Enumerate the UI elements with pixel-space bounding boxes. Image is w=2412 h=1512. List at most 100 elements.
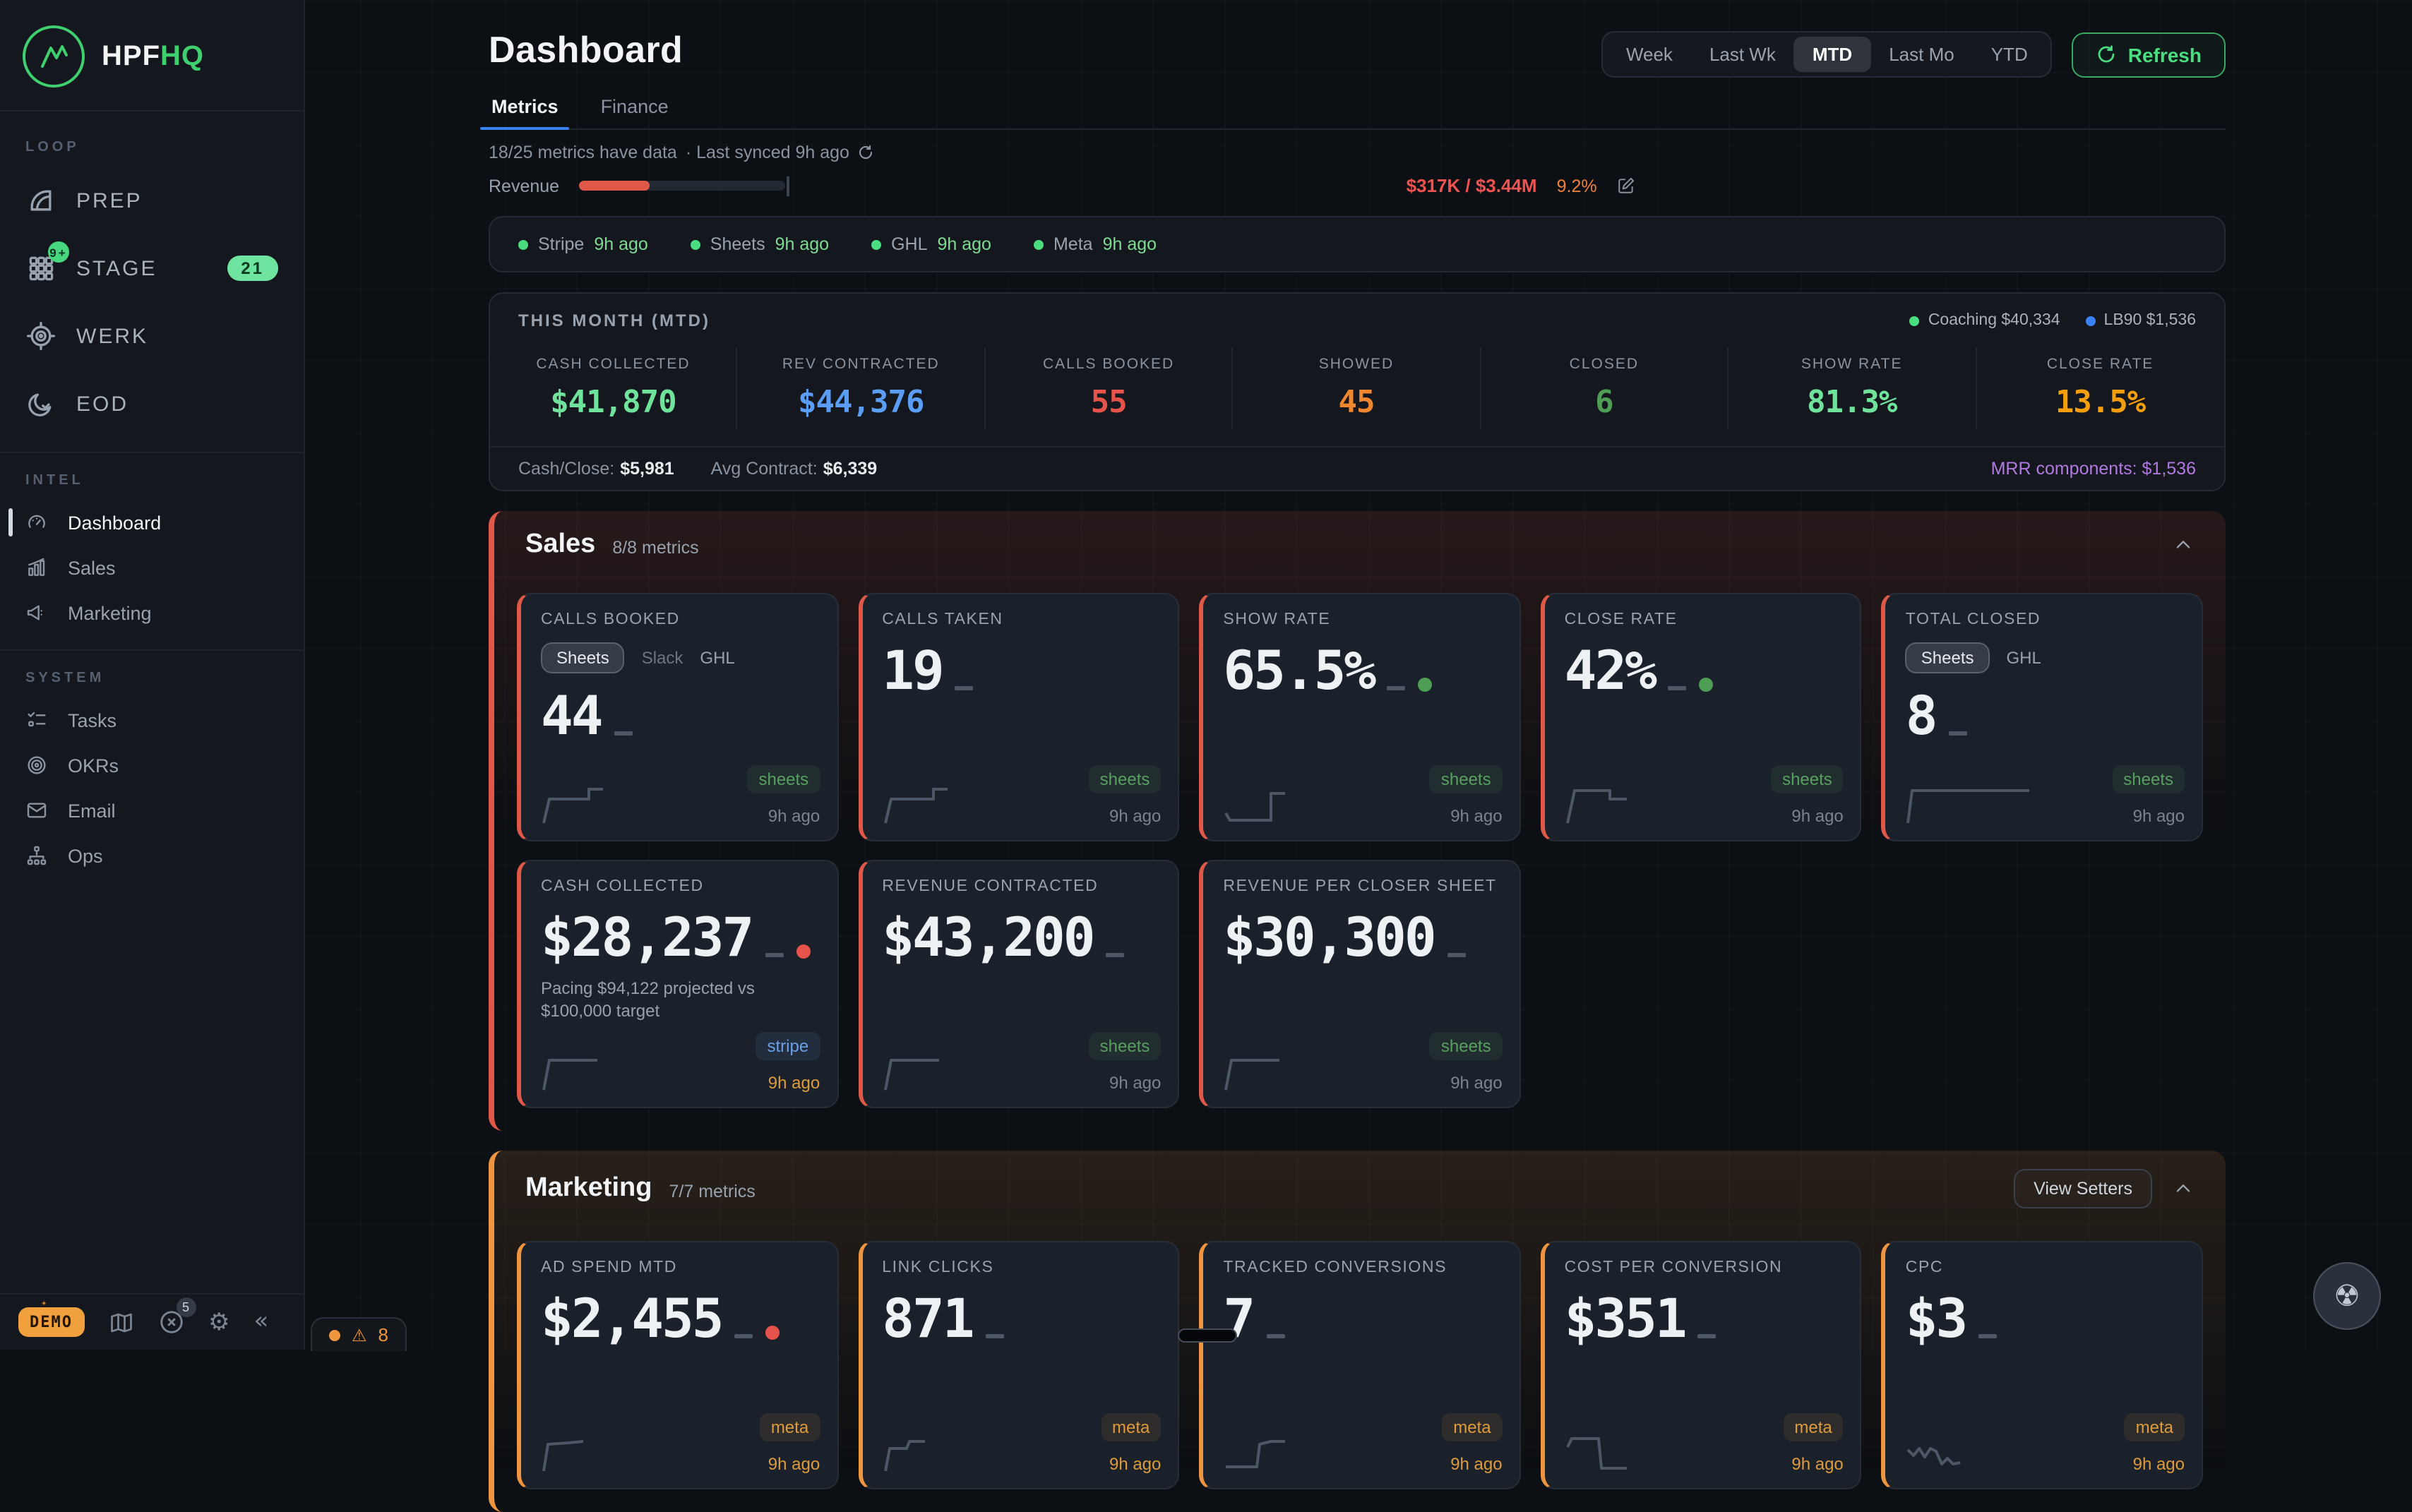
collapse-section-icon[interactable]: [2172, 1177, 2195, 1200]
card-source-tab-ghl[interactable]: GHL: [2007, 648, 2041, 668]
card-value-row: 42%: [1565, 644, 1841, 697]
tab-finance[interactable]: Finance: [598, 88, 671, 128]
card-source-tabs: Sheets GHL: [1906, 642, 2182, 673]
metric-card[interactable]: SHOW RATE65.5%sheets9h ago: [1199, 593, 1520, 841]
metric-card[interactable]: CPC$3meta9h ago: [1882, 1241, 2203, 1489]
sidebar-item-eod[interactable]: EOD: [0, 370, 304, 438]
mtd-stats-grid: CASH COLLECTED$41,870REV CONTRACTED$44,3…: [490, 342, 2224, 446]
mtd-stat: CALLS BOOKED55: [986, 347, 1234, 429]
value-trend-dash: [1447, 953, 1466, 957]
brand-title: HPFHQ: [102, 40, 204, 73]
sparkline-chart: [541, 776, 682, 826]
source-status-ghl[interactable]: GHL9h ago: [871, 234, 991, 254]
metric-card[interactable]: LINK CLICKS871meta9h ago: [858, 1241, 1179, 1489]
sidebar-item-stage[interactable]: 9+STAGE21: [0, 234, 304, 302]
horizontal-scrollbar-thumb[interactable]: [1178, 1328, 1237, 1343]
section-marketing: Marketing7/7 metricsView SettersAD SPEND…: [489, 1151, 2226, 1512]
card-value-row: $30,300: [1223, 911, 1499, 964]
sidebar-item-ops[interactable]: Ops: [0, 833, 304, 878]
card-label: COST PER CONVERSION: [1565, 1259, 1841, 1276]
card-source-tab-sheets[interactable]: Sheets: [541, 642, 625, 673]
metrics-count-text: 18/25 metrics have data: [489, 143, 677, 162]
card-last-sync: 9h ago: [1109, 1073, 1161, 1093]
sparkline-chart: [1223, 1424, 1364, 1474]
card-value-row: 871: [882, 1292, 1158, 1345]
sidebar-item-werk[interactable]: WERK: [0, 302, 304, 370]
metric-card[interactable]: COST PER CONVERSION$351meta9h ago: [1541, 1241, 1862, 1489]
sidebar-item-label: Dashboard: [68, 512, 161, 533]
sparkline-chart: [882, 1424, 1023, 1474]
refresh-button[interactable]: Refresh: [2072, 32, 2226, 77]
sync-refresh-icon[interactable]: [858, 144, 875, 161]
value-status-dot: [1418, 678, 1432, 692]
metric-card[interactable]: CALLS TAKEN19sheets9h ago: [858, 593, 1179, 841]
view-setters-button[interactable]: View Setters: [2014, 1169, 2152, 1208]
mtd-footer-kv: Cash/Close:$5,981: [518, 459, 674, 479]
card-source-badge: meta: [2125, 1413, 2185, 1441]
metric-card[interactable]: REVENUE PER CLOSER SHEET$30,300sheets9h …: [1199, 860, 1520, 1108]
card-last-sync: 9h ago: [768, 806, 820, 826]
card-source-badge: sheets: [747, 765, 820, 793]
card-source-tab-sheets[interactable]: Sheets: [1906, 642, 1990, 673]
sidebar-item-label: Sales: [68, 557, 116, 578]
sparkline-chart: [1223, 776, 1364, 826]
sidebar-item-label: Marketing: [68, 602, 152, 623]
metric-card[interactable]: CLOSE RATE42%sheets9h ago: [1541, 593, 1862, 841]
card-last-sync: 9h ago: [2133, 806, 2185, 826]
source-status-meta[interactable]: Meta9h ago: [1034, 234, 1157, 254]
settings-gear-icon[interactable]: ⚙: [208, 1308, 230, 1336]
sidebar-nav: LOOPPREP9+STAGE21WERKEODINTELDashboardSa…: [0, 112, 304, 1293]
sparkline-chart: [541, 1424, 682, 1474]
sidebar-item-prep[interactable]: PREP: [0, 167, 304, 234]
gauge-icon: [25, 511, 48, 534]
sidebar-item-email[interactable]: Email: [0, 788, 304, 833]
debug-fab-button[interactable]: ☢: [2313, 1262, 2381, 1330]
card-source-tabs: Sheets Slack GHL: [541, 642, 817, 673]
card-row: AD SPEND MTD$2,455meta9h agoLINK CLICKS8…: [517, 1241, 2203, 1489]
card-value: $43,200: [882, 911, 1093, 964]
value-trend-dash: [1698, 1334, 1717, 1338]
source-status-sheets[interactable]: Sheets9h ago: [691, 234, 829, 254]
source-status-stripe[interactable]: Stripe9h ago: [518, 234, 648, 254]
metric-card[interactable]: CASH COLLECTED$28,237Pacing $94,122 proj…: [517, 860, 838, 1108]
range-option-week[interactable]: Week: [1608, 37, 1691, 72]
sidebar-item-label: Ops: [68, 845, 103, 866]
metric-card[interactable]: REVENUE CONTRACTED$43,200sheets9h ago: [858, 860, 1179, 1108]
map-icon[interactable]: [108, 1309, 133, 1335]
mtd-stat: CLOSE RATE13.5%: [1976, 347, 2224, 429]
sidebar-item-okrs[interactable]: OKRs: [0, 743, 304, 788]
alerts-mini-panel[interactable]: ⚠ 8: [311, 1317, 407, 1351]
range-option-last-wk[interactable]: Last Wk: [1691, 37, 1794, 72]
edit-target-icon[interactable]: [1617, 176, 1635, 195]
sidebar-item-tasks[interactable]: Tasks: [0, 697, 304, 743]
section-cards: AD SPEND MTD$2,455meta9h agoLINK CLICKS8…: [494, 1227, 2226, 1512]
card-source-badge: meta: [760, 1413, 820, 1441]
section-cards: CALLS BOOKEDSheetsSlackGHL44sheets9h ago…: [494, 579, 2226, 1131]
sparkline-chart: [882, 1043, 1023, 1093]
card-label: REVENUE CONTRACTED: [882, 878, 1158, 895]
collapse-sidebar-icon[interactable]: «: [254, 1310, 269, 1334]
mtd-footer: Cash/Close:$5,981Avg Contract:$6,339 MRR…: [490, 446, 2224, 490]
value-trend-dash: [1978, 1334, 1997, 1338]
card-source-badge: sheets: [2112, 765, 2185, 793]
metric-card[interactable]: TRACKED CONVERSIONS7meta9h ago: [1199, 1241, 1520, 1489]
sidebar-item-marketing[interactable]: Marketing: [0, 590, 304, 635]
range-option-ytd[interactable]: YTD: [1973, 37, 2046, 72]
metric-card[interactable]: TOTAL CLOSEDSheetsGHL8sheets9h ago: [1882, 593, 2203, 841]
alert-dot: [329, 1329, 340, 1340]
dismiss-all-icon[interactable]: 5: [157, 1309, 184, 1336]
range-option-last-mo[interactable]: Last Mo: [1870, 37, 1973, 72]
tab-metrics[interactable]: Metrics: [489, 88, 561, 128]
sidebar-item-sales[interactable]: Sales: [0, 545, 304, 590]
card-source-tab-ghl[interactable]: GHL: [700, 648, 734, 668]
range-option-mtd[interactable]: MTD: [1794, 37, 1870, 72]
sidebar-count-pill: 21: [227, 256, 278, 281]
card-value-row: $2,455: [541, 1292, 817, 1345]
card-source-tab-slack[interactable]: Slack: [642, 648, 683, 668]
metric-card[interactable]: AD SPEND MTD$2,455meta9h ago: [517, 1241, 838, 1489]
collapse-section-icon[interactable]: [2172, 534, 2195, 556]
demo-badge[interactable]: DEMO: [18, 1307, 84, 1337]
sidebar-item-dashboard[interactable]: Dashboard: [0, 500, 304, 545]
metric-card[interactable]: CALLS BOOKEDSheetsSlackGHL44sheets9h ago: [517, 593, 838, 841]
rings-icon: [25, 754, 48, 776]
